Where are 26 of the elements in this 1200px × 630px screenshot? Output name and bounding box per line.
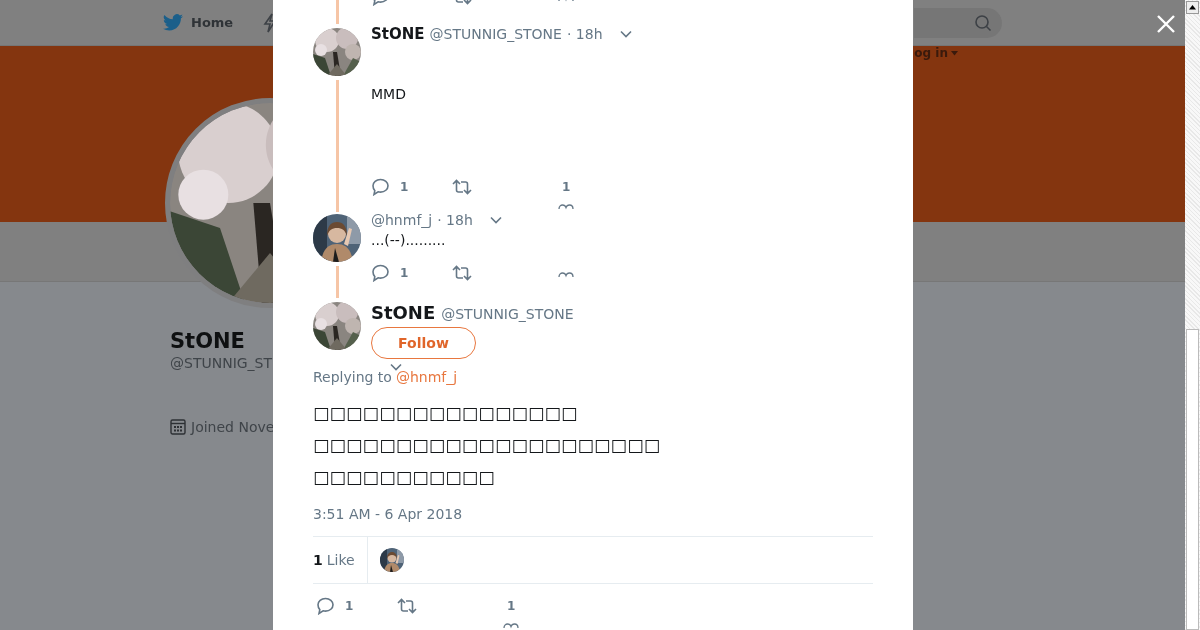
likes-count[interactable]: 1 Like [313,537,368,583]
profile-name: StONE [170,328,245,354]
replying-label: Replying to [313,369,392,387]
tweet-text-line: □□□□□□□□□□□□□□□□□□□□□ [313,434,662,457]
tweet-time[interactable]: · 18h [437,212,473,228]
author-name[interactable]: StONE [371,302,436,323]
tweet-text-line: □□□□□□□□□□□□□□□□ [313,402,579,425]
author-name[interactable]: StONE [371,25,425,43]
reply-count: 1 [345,598,354,615]
like-count: 1 [562,179,571,196]
author-handle[interactable]: @hnmf_j [371,212,433,228]
reply-count: 1 [400,265,409,282]
reply-count: 1 [400,179,409,196]
profile-handle: @STUNNIG_ST [170,354,273,372]
tweet-text-line: □□□□□□□□□□□ [313,466,496,489]
replying-handle-link[interactable]: @hnmf_j [395,369,458,387]
joined-date: Joined Nove [191,418,275,435]
home-link[interactable]: Home [191,15,234,30]
tweet-timestamp[interactable]: 3:51 AM - 6 Apr 2018 [313,505,873,523]
author-handle[interactable]: @STUNNIG_STONE [441,306,574,322]
like-count: 1 [507,598,516,615]
tweet-time[interactable]: · 18h [566,26,603,42]
follow-button[interactable]: Follow [371,327,476,359]
author-handle[interactable]: @STUNNIG_STONE [429,26,562,42]
tweet-text: ...(--)......... [371,232,447,248]
tweet-text: MMD [371,86,407,102]
